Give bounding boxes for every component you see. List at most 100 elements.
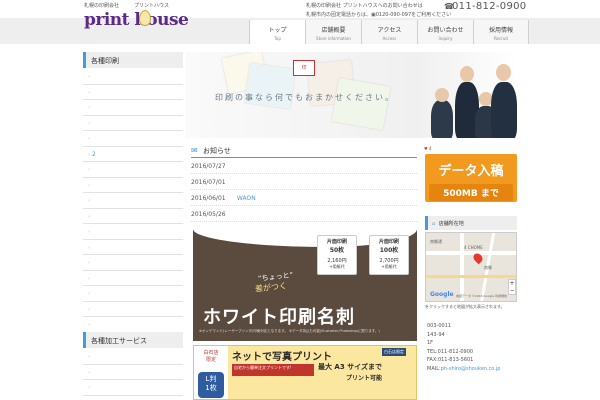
sidebar-item[interactable]: › — [83, 240, 183, 255]
nav-recruit[interactable]: 採用情報 Recruit — [473, 20, 529, 44]
banner-title: ネットで写真プリント — [232, 352, 332, 363]
price-box-100: 片面印刷 100枚 2,700円 +用紙代 — [369, 235, 409, 275]
sidebar-item[interactable]: › — [83, 365, 183, 380]
nav-label: 店舗概要 — [321, 27, 346, 34]
mail-line: MAIL:ph-shiro@shouken.co.jp — [427, 365, 519, 374]
net-photo-print-banner[interactable]: 白石店 限定 ネットで写真プリント 白石店限定 自宅から簡単注文プリントです! … — [193, 345, 417, 400]
news-item[interactable]: 2016/07/27 — [191, 158, 417, 174]
main-nav: トップ Top 店舗概要 Store information アクセス Acce… — [249, 20, 529, 44]
map-label: 南郷 — [484, 265, 492, 270]
tel-number[interactable]: 011-812-0900 — [452, 1, 526, 12]
nav-label: 採用情報 — [488, 27, 513, 34]
banner-title: ホワイト印刷名刺 — [203, 307, 355, 328]
store-location-heading: ⌂ 店舗所在地 — [425, 216, 517, 230]
chevron-right-icon: › — [88, 213, 90, 220]
sidebar-item[interactable]: › — [83, 224, 183, 240]
data-banner-title: データ入稿 — [438, 164, 504, 179]
nav-store-information[interactable]: 店舗概要 Store information — [305, 20, 361, 44]
sidebar-item[interactable]: › — [83, 255, 183, 271]
sidebar-item[interactable]: › — [83, 85, 183, 100]
chevron-right-icon: › — [88, 120, 90, 127]
logo-text: print house — [84, 10, 189, 30]
sidebar-item[interactable]: › — [83, 100, 183, 116]
sidebar-list-processing: › › › — [83, 349, 183, 396]
tag-line: 白石店 — [203, 350, 219, 356]
badge-line: 1枚 — [205, 384, 217, 392]
sidebar-item[interactable]: › — [83, 302, 183, 317]
news-item[interactable]: 2016/05/26 — [191, 206, 417, 222]
map-label: 南郷通 — [430, 239, 442, 244]
price-qty: 100枚 — [379, 247, 399, 254]
sidebar-item-label: 2 — [92, 150, 96, 158]
map-road — [426, 251, 516, 255]
sidebar: 各種印刷 ››››››2›››››››››››› 各種加工サービス ››› — [83, 52, 183, 400]
like-count[interactable]: ♥ 4 — [424, 146, 431, 151]
tel-line: TEL:011-812-0900 — [427, 348, 474, 355]
mail-label: MAIL: — [427, 365, 441, 372]
banner-headline: 最大 A3 サイズまで — [318, 363, 382, 371]
nav-label: アクセス — [377, 27, 402, 34]
paper-sheet — [331, 77, 391, 131]
sidebar-item[interactable]: › — [83, 69, 183, 85]
banner-note: ※オンデマンド(レーザープリンタ)印刷対応となります。 ※データ持込も可能(Il… — [199, 329, 380, 333]
banner-kicker: 差がつく — [254, 281, 288, 294]
hero-banner: 印 印刷の事なら何でもおまかせください。 — [185, 52, 517, 138]
logo[interactable]: 札幌の印刷会社 プリントハウス print house — [84, 2, 189, 40]
sidebar-item[interactable]: › — [83, 116, 183, 131]
nav-access[interactable]: アクセス Access — [361, 20, 417, 44]
hero-tagline: 印刷の事なら何でもおまかせください。 — [215, 93, 395, 102]
address-line: 1F — [427, 340, 434, 346]
sidebar-item[interactable]: › — [83, 286, 183, 302]
chevron-right-icon: › — [88, 74, 90, 80]
chevron-right-icon: › — [88, 322, 90, 328]
sidebar-item[interactable]: › 2 — [83, 147, 183, 162]
news-item[interactable]: 2016/07/01 — [191, 174, 417, 190]
news-link[interactable]: WAON — [237, 195, 256, 202]
sidebar-list-printing: ››››››2›››››››››››› — [83, 69, 183, 348]
sidebar-item[interactable]: › — [83, 271, 183, 286]
map-note: をクリックすると地図が拡大表示されます。 — [425, 304, 505, 309]
chevron-right-icon: › — [88, 151, 90, 158]
sidebar-item[interactable]: › — [83, 178, 183, 193]
address-line: 003-0011 — [427, 323, 452, 329]
sidebar-item[interactable]: › — [83, 317, 183, 333]
sidebar-item[interactable]: › — [83, 209, 183, 224]
chevron-right-icon: › — [88, 182, 90, 189]
nav-sublabel: Recruit — [493, 36, 509, 41]
white-print-business-card-banner[interactable]: 片面印刷 50枚 2,160円 +用紙代 片面印刷 100枚 2,700円 +用… — [193, 229, 417, 341]
tag-line: 限定 — [205, 357, 216, 363]
sidebar-item[interactable]: › — [83, 349, 183, 365]
sidebar-item[interactable]: › — [83, 162, 183, 178]
map-zoom-control[interactable]: + − — [508, 279, 516, 295]
sidebar-item[interactable]: › — [83, 380, 183, 396]
nav-sublabel: Top — [274, 36, 281, 41]
chevron-right-icon: › — [88, 306, 90, 313]
price-box-50: 片面印刷 50枚 2,160円 +用紙代 — [317, 235, 357, 275]
store-map[interactable]: 南郷通 4 CHOME 南郷 Google 地図データ ©2016 Google… — [425, 232, 517, 302]
logo-tagline: 札幌の印刷会社 — [84, 3, 120, 9]
chevron-right-icon: › — [88, 385, 90, 391]
map-terms[interactable]: 地図データ ©2016 Google 利用規約 — [456, 294, 507, 298]
staff-photo — [431, 100, 453, 138]
data-banner-sub: 500MB まで — [429, 184, 513, 201]
chevron-right-icon: › — [88, 291, 90, 297]
sidebar-item[interactable]: › — [83, 131, 183, 147]
nav-label: お問い合わせ — [427, 27, 464, 34]
data-submission-banner[interactable]: データ入稿 500MB まで — [425, 154, 517, 202]
price-amount: 2,160円 — [327, 258, 347, 264]
news-date: 2016/05/26 — [191, 211, 226, 218]
sidebar-item[interactable]: › — [83, 193, 183, 209]
home-icon: ⌂ — [432, 221, 436, 227]
news-item[interactable]: 2016/06/01 WAON — [191, 190, 417, 206]
nav-sublabel: Store information — [316, 36, 351, 41]
fax-line: FAX:011-813-5601 — [427, 357, 474, 363]
nav-top[interactable]: トップ Top — [249, 20, 305, 44]
chevron-right-icon: › — [88, 260, 90, 266]
chevron-right-icon: › — [88, 244, 90, 251]
price-qty: 50枚 — [329, 247, 345, 254]
banner-strip: 自宅から簡単注文プリントです! — [232, 364, 314, 376]
nav-inquiry[interactable]: お問い合わせ Inquiry — [417, 20, 473, 44]
news-date: 2016/06/01 — [191, 195, 226, 202]
l-size-badge: L判 1枚 — [198, 372, 224, 398]
mail-link[interactable]: ph-shiro@shouken.co.jp — [441, 366, 501, 372]
